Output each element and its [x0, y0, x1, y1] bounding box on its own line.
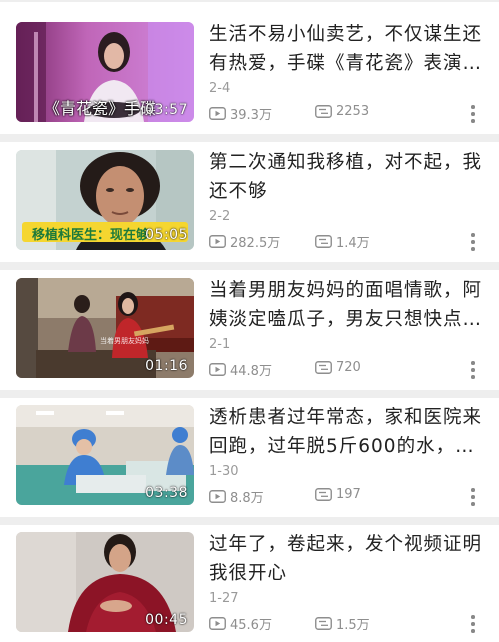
danmaku-count: 2253	[315, 104, 369, 119]
video-title[interactable]: 当着男朋友妈妈的面唱情歌，阿姨淡定嗑瓜子，男友只想快点…	[209, 276, 487, 334]
danmaku-icon	[315, 105, 332, 118]
play-count-icon	[209, 363, 226, 376]
more-vertical-icon[interactable]	[468, 232, 478, 252]
video-date: 2-1	[209, 337, 231, 352]
video-feed: 《青花瓷》手碟 03:57 生活不易小仙卖艺，不仅谋生还有热爱，手碟《青花瓷》表…	[0, 0, 499, 642]
divider	[0, 390, 499, 398]
video-thumbnail[interactable]: 移植科医生：现在够 05:05	[16, 150, 194, 250]
video-date: 2-2	[209, 209, 231, 224]
danmaku-count: 720	[315, 360, 361, 375]
danmaku-icon	[315, 488, 332, 501]
video-thumbnail[interactable]: 00:45	[16, 532, 194, 632]
view-count-value: 44.8万	[230, 364, 272, 379]
danmaku-icon	[315, 235, 332, 248]
divider	[0, 134, 499, 142]
video-card[interactable]: 《青花瓷》手碟 03:57 生活不易小仙卖艺，不仅谋生还有热爱，手碟《青花瓷》表…	[0, 20, 499, 140]
divider	[0, 262, 499, 270]
danmaku-count-value: 197	[336, 487, 361, 502]
danmaku-count-value: 2253	[336, 104, 370, 119]
video-card[interactable]: 00:45 过年了，卷起来，发个视频证明我很开心 1-27 45.6万 1.5万	[0, 530, 499, 642]
video-card[interactable]: 03:38 透析患者过年常态，家和医院来回跑，过年脱5斤600的水，… 1-30…	[0, 403, 499, 523]
video-duration: 03:57	[145, 102, 188, 118]
video-thumbnail[interactable]: 当着男朋友妈妈 01:16	[16, 278, 194, 378]
view-count-value: 282.5万	[230, 236, 281, 251]
danmaku-count: 1.5万	[315, 614, 370, 633]
video-title[interactable]: 生活不易小仙卖艺，不仅谋生还有热爱，手碟《青花瓷》表演…	[209, 20, 487, 78]
thumbnail-caption: 当着男朋友妈妈	[100, 337, 149, 345]
danmaku-count-value: 720	[336, 360, 361, 375]
more-vertical-icon[interactable]	[468, 360, 478, 380]
video-duration: 05:05	[145, 227, 188, 243]
video-title[interactable]: 过年了，卷起来，发个视频证明我很开心	[209, 530, 487, 588]
play-count-icon	[209, 490, 226, 503]
danmaku-count: 197	[315, 487, 361, 502]
video-date: 2-4	[209, 81, 231, 96]
video-date: 1-30	[209, 464, 239, 479]
danmaku-count-value: 1.4万	[336, 236, 370, 251]
divider	[0, 0, 499, 2]
thumbnail-caption: 移植科医生：现在够	[32, 228, 150, 243]
view-count: 45.6万	[209, 614, 272, 633]
play-count-icon	[209, 107, 226, 120]
video-thumbnail[interactable]: 《青花瓷》手碟 03:57	[16, 22, 194, 122]
video-card[interactable]: 当着男朋友妈妈 01:16 当着男朋友妈妈的面唱情歌，阿姨淡定嗑瓜子，男友只想快…	[0, 276, 499, 396]
thumbnail-caption: 《青花瓷》手碟	[44, 99, 157, 118]
view-count: 39.3万	[209, 104, 272, 123]
more-vertical-icon[interactable]	[468, 487, 478, 507]
video-thumbnail[interactable]: 03:38	[16, 405, 194, 505]
view-count: 44.8万	[209, 360, 272, 379]
video-date: 1-27	[209, 591, 239, 606]
video-title[interactable]: 透析患者过年常态，家和医院来回跑，过年脱5斤600的水，…	[209, 403, 487, 461]
view-count-value: 8.8万	[230, 491, 264, 506]
video-duration: 03:38	[145, 485, 188, 501]
danmaku-count-value: 1.5万	[336, 618, 370, 633]
video-title[interactable]: 第二次通知我移植，对不起，我还不够	[209, 148, 487, 206]
danmaku-icon	[315, 361, 332, 374]
view-count-value: 45.6万	[230, 618, 272, 633]
more-vertical-icon[interactable]	[468, 104, 478, 124]
video-duration: 00:45	[145, 612, 188, 628]
more-vertical-icon[interactable]	[468, 614, 478, 634]
danmaku-icon	[315, 617, 332, 630]
divider	[0, 517, 499, 525]
view-count-value: 39.3万	[230, 108, 272, 123]
view-count: 8.8万	[209, 487, 264, 506]
play-count-icon	[209, 617, 226, 630]
video-card[interactable]: 移植科医生：现在够 05:05 第二次通知我移植，对不起，我还不够 2-2 28…	[0, 148, 499, 268]
play-count-icon	[209, 235, 226, 248]
danmaku-count: 1.4万	[315, 232, 370, 251]
video-duration: 01:16	[145, 358, 188, 374]
view-count: 282.5万	[209, 232, 280, 251]
